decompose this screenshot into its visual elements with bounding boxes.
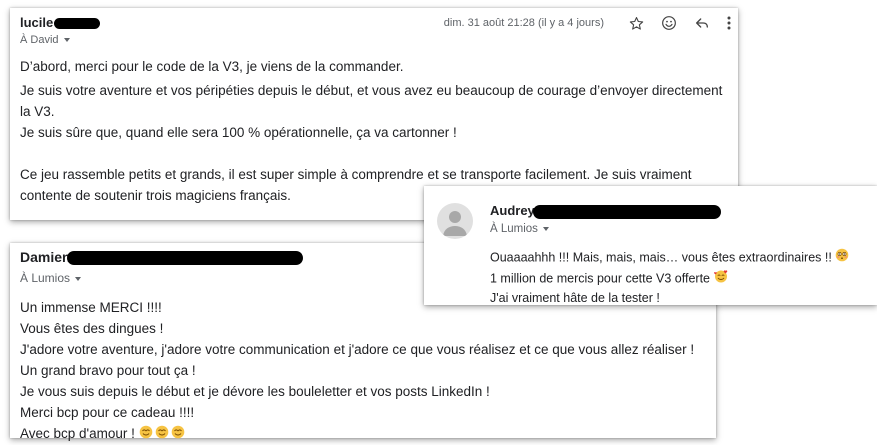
recipient-dropdown[interactable]: À Lumios bbox=[490, 223, 549, 235]
email-body: Ouaaaahhh !!! Mais, mais, mais… vous ête… bbox=[490, 248, 875, 309]
body-line-with-emoji: Ouaaaahhh !!! Mais, mais, mais… vous ête… bbox=[490, 248, 875, 269]
body-line: Un grand bravo pour tout ça ! bbox=[20, 363, 196, 378]
redacted-email bbox=[66, 251, 303, 266]
recipient-label: À David bbox=[20, 34, 59, 46]
chevron-down-icon bbox=[63, 38, 70, 43]
email-date: dim. 31 août 21:28 (il y a 4 jours) bbox=[443, 17, 604, 29]
chevron-down-icon bbox=[75, 276, 82, 281]
email-body: D’abord, merci pour le code de la V3, je… bbox=[20, 56, 732, 206]
body-line: Je suis votre aventure et vos péripéties… bbox=[20, 83, 723, 119]
recipient-label: À Lumios bbox=[490, 223, 538, 235]
body-line: Je suis sûre que, quand elle sera 100 % … bbox=[20, 125, 457, 140]
sender-name: lucile bbox=[20, 15, 54, 30]
email-body: Un immense MERCI !!!! Vous êtes des ding… bbox=[20, 297, 710, 445]
email-sender[interactable]: lucile bbox=[20, 15, 101, 30]
chevron-down-icon bbox=[542, 226, 549, 231]
reply-icon[interactable] bbox=[691, 14, 713, 32]
star-icon[interactable] bbox=[625, 14, 647, 32]
smiling-face-with-hearts-emoji-icon bbox=[713, 269, 729, 290]
body-line-with-emoji: 1 million de mercis pour cette V3 offert… bbox=[490, 269, 875, 290]
email-actions bbox=[625, 14, 736, 32]
recipient-label: À Lumios bbox=[20, 271, 71, 285]
redacted-email bbox=[532, 204, 721, 219]
emoji-icon[interactable] bbox=[658, 14, 680, 32]
body-line: J'adore votre aventure, j'adore votre co… bbox=[20, 342, 695, 357]
email-card-audrey: Audrey À Lumios Ouaaaahhh !!! Mais, mais… bbox=[424, 186, 877, 305]
redacted-email bbox=[54, 18, 101, 30]
body-line: Avec bcp d'amour ! bbox=[20, 426, 135, 441]
body-line: Vous êtes des dingues ! bbox=[20, 321, 164, 336]
body-line: J'ai vraiment hâte de la tester ! bbox=[490, 291, 660, 305]
body-line: D’abord, merci pour le code de la V3, je… bbox=[20, 59, 404, 74]
sender-name: Audrey bbox=[490, 203, 535, 218]
more-icon[interactable] bbox=[722, 14, 736, 32]
smiling-face-emoji-icon bbox=[139, 424, 189, 445]
avatar[interactable] bbox=[437, 203, 473, 239]
recipient-dropdown[interactable]: À David bbox=[20, 34, 70, 46]
email-sender[interactable]: Damien bbox=[20, 249, 303, 266]
body-line: Merci bcp pour ce cadeau !!!! bbox=[20, 405, 195, 420]
body-line: 1 million de mercis pour cette V3 offert… bbox=[490, 271, 711, 286]
email-sender[interactable]: Audrey bbox=[490, 203, 721, 219]
body-line: Je vous suis depuis le début et je dévor… bbox=[20, 384, 490, 399]
flushed-face-emoji-icon bbox=[835, 248, 849, 269]
sender-name: Damien bbox=[20, 249, 71, 265]
body-line: Ouaaaahhh !!! Mais, mais, mais… vous ête… bbox=[490, 250, 832, 265]
recipient-dropdown[interactable]: À Lumios bbox=[20, 271, 82, 285]
person-icon bbox=[443, 211, 467, 236]
body-line-with-emoji: Avec bcp d'amour ! bbox=[20, 423, 710, 445]
